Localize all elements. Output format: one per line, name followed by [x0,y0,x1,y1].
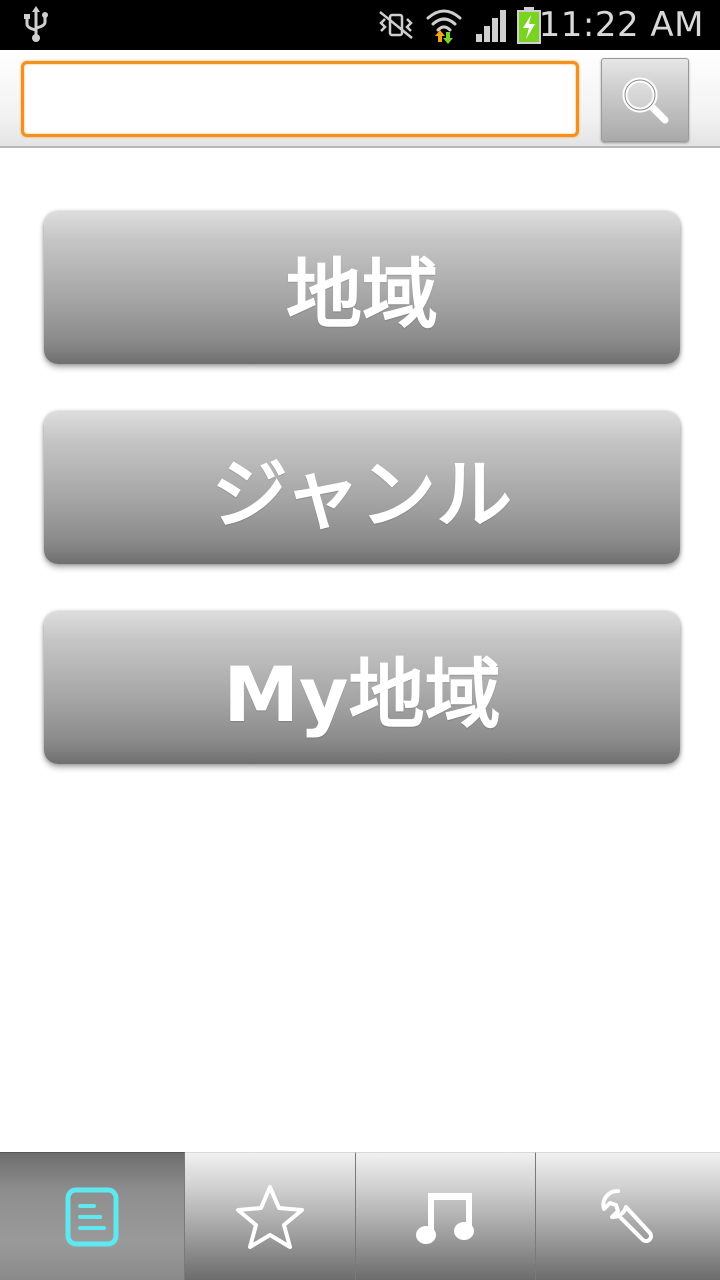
cell-signal-icon [476,10,506,42]
mute-vibrate-icon [379,11,413,39]
region-button-label: 地域 [286,250,438,339]
star-icon [236,1184,304,1249]
tab-music[interactable] [356,1152,536,1280]
search-bar [0,50,720,148]
tab-list[interactable] [0,1152,185,1280]
search-input[interactable] [21,61,579,137]
tab-bar [0,1152,720,1280]
tab-favorites[interactable] [185,1152,356,1280]
wrench-icon [601,1188,653,1243]
my-region-button-label: My地域 [223,650,501,739]
search-icon [622,77,669,124]
screen: 11:22 AM 地域 ジャンル My地域 [0,0,720,1280]
usb-icon [24,6,48,42]
search-button[interactable] [601,58,689,142]
wifi-icon [426,9,462,44]
genre-button-label: ジャンル [211,450,513,539]
region-button[interactable]: 地域 [44,212,680,364]
my-region-button[interactable]: My地域 [44,612,680,764]
tab-settings[interactable] [536,1152,720,1280]
clock: 11:22 AM [538,5,704,45]
genre-button[interactable]: ジャンル [44,412,680,564]
list-icon [65,1187,119,1246]
status-bar: 11:22 AM [0,0,720,50]
music-note-icon [415,1192,474,1244]
